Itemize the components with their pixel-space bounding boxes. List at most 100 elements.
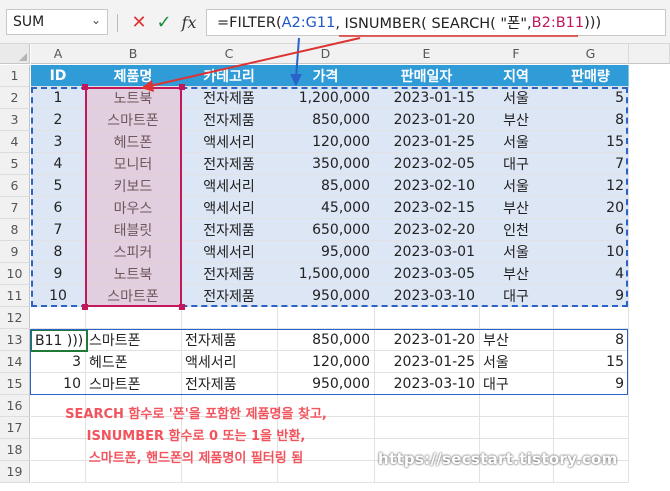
empty-cell[interactable] <box>553 307 629 329</box>
empty-cell[interactable] <box>553 395 629 417</box>
table-cell[interactable]: 2023-02-15 <box>374 197 480 219</box>
empty-cell[interactable] <box>479 395 554 417</box>
table-cell[interactable]: 2023-03-10 <box>374 285 480 307</box>
table-cell[interactable]: 95,000 <box>277 241 375 263</box>
chevron-down-icon[interactable]: ⌄ <box>91 13 101 27</box>
result-cell[interactable]: 3 <box>31 351 86 373</box>
table-cell[interactable]: 스마트폰 <box>85 285 182 307</box>
column-header-e[interactable]: E <box>374 44 480 64</box>
table-cell[interactable]: 1,200,000 <box>277 87 375 109</box>
range-resize-handle[interactable] <box>179 84 185 90</box>
range-resize-handle[interactable] <box>82 304 88 310</box>
table-cell[interactable]: 45,000 <box>277 197 375 219</box>
table-cell[interactable]: 노트북 <box>85 263 182 285</box>
row-header-2[interactable]: 2 <box>0 87 30 109</box>
range-resize-handle[interactable] <box>82 84 88 90</box>
table-cell[interactable]: 노트북 <box>85 87 182 109</box>
table-cell[interactable]: 9 <box>31 263 86 285</box>
row-header-19[interactable]: 19 <box>0 461 30 483</box>
table-cell[interactable]: 15 <box>553 131 629 153</box>
result-cell[interactable]: 부산 <box>479 329 554 351</box>
result-cell[interactable]: 2023-01-25 <box>374 351 480 373</box>
result-cell[interactable]: 전자제품 <box>181 373 278 395</box>
row-header-18[interactable]: 18 <box>0 439 30 461</box>
empty-cell[interactable] <box>479 417 554 439</box>
table-cell[interactable]: 서울 <box>479 131 554 153</box>
table-cell[interactable]: 마우스 <box>85 197 182 219</box>
result-cell[interactable]: 전자제품 <box>181 329 278 351</box>
table-cell[interactable]: 2023-02-05 <box>374 153 480 175</box>
result-cell[interactable]: 120,000 <box>277 351 375 373</box>
empty-cell[interactable] <box>479 307 554 329</box>
table-cell[interactable]: 키보드 <box>85 175 182 197</box>
empty-cell[interactable] <box>181 307 278 329</box>
table-cell[interactable]: 8 <box>31 241 86 263</box>
table-header-cell[interactable]: 판매일자 <box>374 65 480 87</box>
result-cell[interactable]: 950,000 <box>277 373 375 395</box>
table-cell[interactable]: 120,000 <box>277 131 375 153</box>
row-header-16[interactable]: 16 <box>0 395 30 417</box>
result-cell[interactable]: 스마트폰 <box>85 373 182 395</box>
result-cell[interactable]: 대구 <box>479 373 554 395</box>
row-header-10[interactable]: 10 <box>0 263 30 285</box>
insert-function-icon[interactable]: fx <box>178 10 200 34</box>
row-header-13[interactable]: 13 <box>0 329 30 351</box>
select-all-corner[interactable] <box>0 44 30 64</box>
table-cell[interactable]: 4 <box>31 153 86 175</box>
empty-cell[interactable] <box>374 307 480 329</box>
table-cell[interactable]: 5 <box>31 175 86 197</box>
table-cell[interactable]: 대구 <box>479 285 554 307</box>
result-cell[interactable]: 헤드폰 <box>85 351 182 373</box>
table-cell[interactable]: 서울 <box>479 175 554 197</box>
row-header-9[interactable]: 9 <box>0 241 30 263</box>
table-cell[interactable]: 5 <box>553 87 629 109</box>
table-cell[interactable]: 2023-01-20 <box>374 109 480 131</box>
table-cell[interactable]: 2023-03-05 <box>374 263 480 285</box>
result-cell[interactable]: 액세서리 <box>181 351 278 373</box>
table-cell[interactable]: 7 <box>31 219 86 241</box>
table-cell[interactable]: 액세서리 <box>181 197 278 219</box>
row-header-12[interactable]: 12 <box>0 307 30 329</box>
table-cell[interactable]: 스마트폰 <box>85 109 182 131</box>
result-cell[interactable]: 스마트폰 <box>85 329 182 351</box>
table-cell[interactable]: 전자제품 <box>181 263 278 285</box>
table-cell[interactable]: 10 <box>31 285 86 307</box>
table-cell[interactable]: 액세서리 <box>181 131 278 153</box>
table-cell[interactable]: 서울 <box>479 87 554 109</box>
result-cell[interactable]: 850,000 <box>277 329 375 351</box>
table-cell[interactable]: 3 <box>31 131 86 153</box>
result-cell[interactable]: 10 <box>31 373 86 395</box>
name-box[interactable]: SUM ⌄ <box>6 9 108 35</box>
column-header-d[interactable]: D <box>277 44 375 64</box>
table-cell[interactable]: 350,000 <box>277 153 375 175</box>
column-header-g[interactable]: G <box>553 44 629 64</box>
table-header-cell[interactable]: 판매량 <box>553 65 629 87</box>
table-header-cell[interactable]: 가격 <box>277 65 375 87</box>
active-cell-editor[interactable]: B11 ))) <box>30 329 88 352</box>
row-header-4[interactable]: 4 <box>0 131 30 153</box>
table-cell[interactable]: 서울 <box>479 241 554 263</box>
column-header-f[interactable]: F <box>479 44 554 64</box>
table-cell[interactable]: 2023-01-15 <box>374 87 480 109</box>
table-cell[interactable]: 12 <box>553 175 629 197</box>
row-header-3[interactable]: 3 <box>0 109 30 131</box>
table-cell[interactable]: 인천 <box>479 219 554 241</box>
table-header-cell[interactable]: 제품명 <box>85 65 182 87</box>
table-header-cell[interactable]: 지역 <box>479 65 554 87</box>
row-header-11[interactable]: 11 <box>0 285 30 307</box>
column-header-b[interactable]: B <box>85 44 182 64</box>
empty-cell[interactable] <box>374 417 480 439</box>
table-cell[interactable]: 헤드폰 <box>85 131 182 153</box>
table-cell[interactable]: 부산 <box>479 109 554 131</box>
table-cell[interactable]: 9 <box>553 285 629 307</box>
table-cell[interactable]: 부산 <box>479 263 554 285</box>
table-cell[interactable]: 650,000 <box>277 219 375 241</box>
empty-cell[interactable] <box>277 307 375 329</box>
table-cell[interactable]: 태블릿 <box>85 219 182 241</box>
table-cell[interactable]: 전자제품 <box>181 87 278 109</box>
cancel-icon[interactable]: ✕ <box>128 10 150 34</box>
table-cell[interactable]: 6 <box>553 219 629 241</box>
table-cell[interactable]: 액세서리 <box>181 175 278 197</box>
empty-cell[interactable] <box>374 395 480 417</box>
result-cell[interactable]: 서울 <box>479 351 554 373</box>
